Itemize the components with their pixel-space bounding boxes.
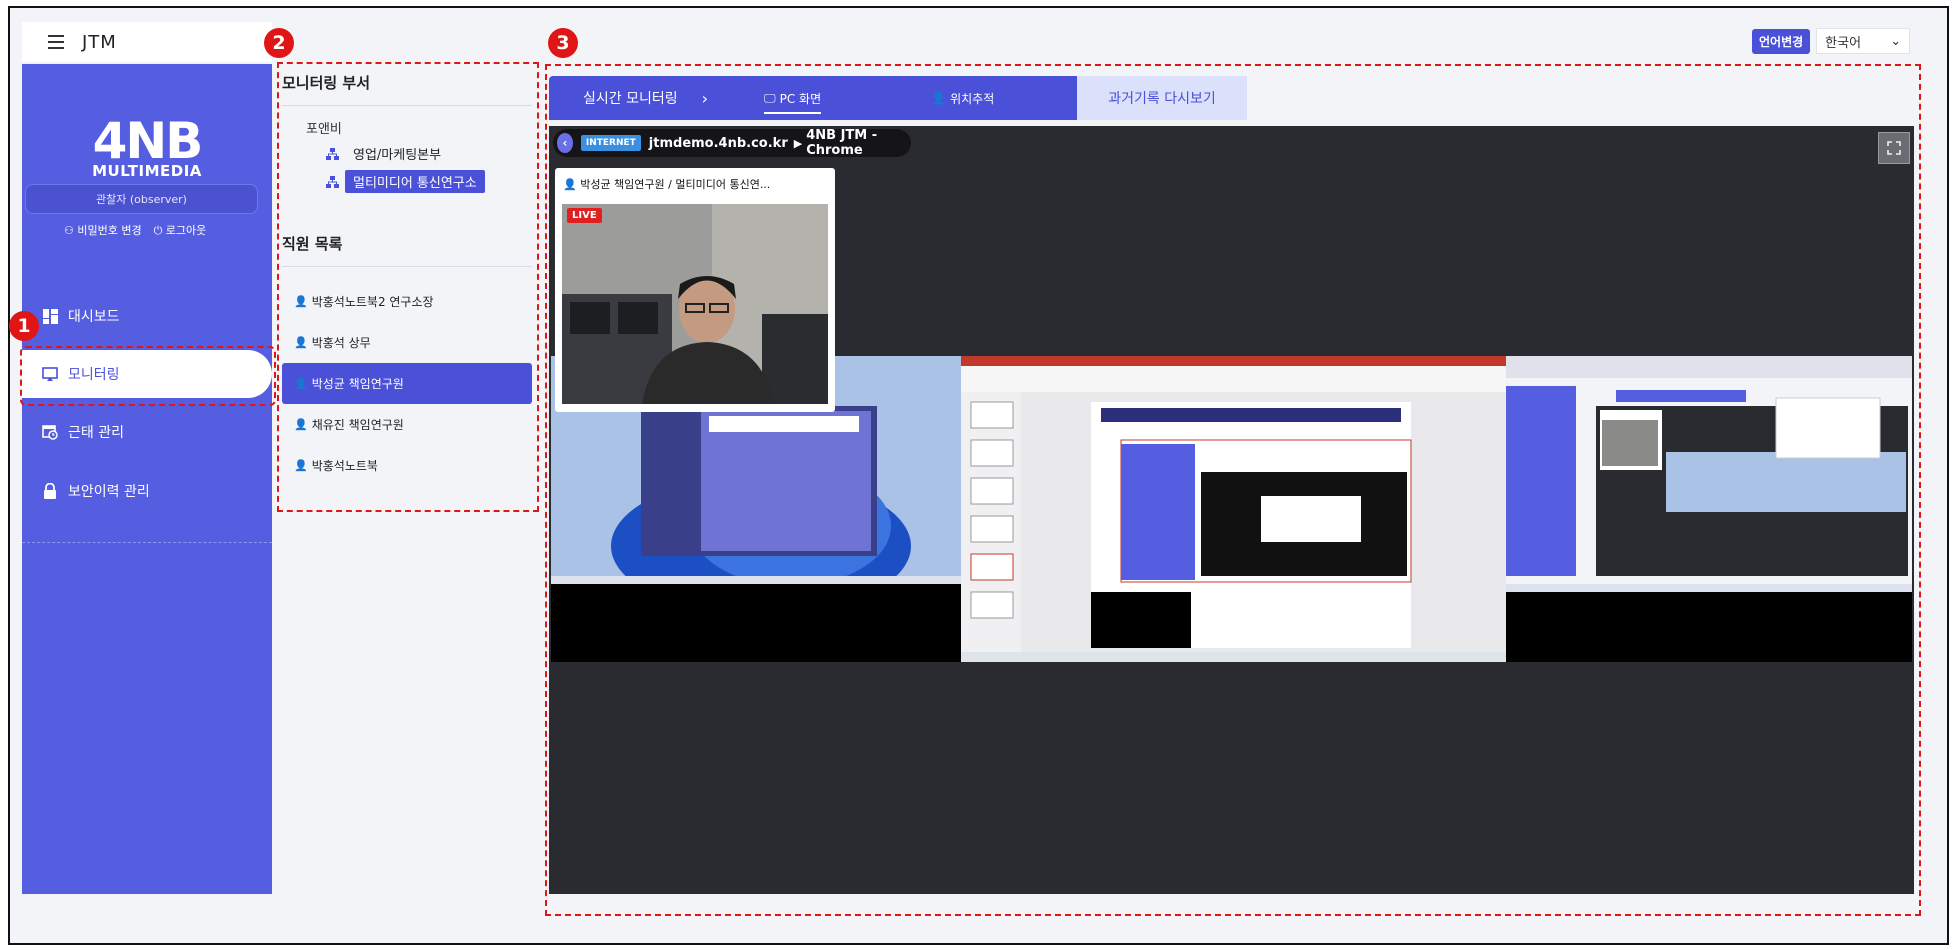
dashboard-icon [42, 308, 58, 324]
annotation-box-3 [545, 64, 1921, 916]
app-title: JTM [82, 31, 117, 53]
logo-text: 4NB [92, 112, 204, 170]
language-selected: 한국어 [1825, 35, 1862, 51]
top-bar: JTM [22, 22, 272, 62]
power-icon: ⏻ [153, 224, 163, 237]
sidebar-item-label: 보안이력 관리 [68, 484, 150, 500]
language-select[interactable]: 한국어 ⌄ [1816, 28, 1911, 54]
logo-subtext: MULTIMEDIA [92, 162, 202, 180]
logout-link[interactable]: ⏻ 로그아웃 [154, 222, 207, 238]
sidebar-divider [22, 542, 272, 543]
sidebar-item-attendance[interactable]: 근태 관리 [22, 408, 272, 456]
logout-label: 로그아웃 [165, 224, 207, 237]
sidebar-item-security-history[interactable]: 보안이력 관리 [22, 467, 272, 515]
language-switcher: 언어변경 한국어 ⌄ [1752, 28, 1911, 54]
sidebar-item-label: 근태 관리 [68, 425, 124, 441]
company-logo: 4NB MULTIMEDIA [62, 112, 232, 180]
calendar-clock-icon [42, 424, 58, 440]
annotation-number-1: 1 [9, 311, 39, 341]
sidebar-item-dashboard[interactable]: 대시보드 [22, 292, 272, 340]
sidebar-item-label: 대시보드 [68, 309, 120, 325]
hamburger-icon[interactable] [48, 35, 64, 49]
change-password-label: 비밀번호 변경 [77, 224, 142, 237]
annotation-number-2: 2 [264, 28, 294, 58]
lock-icon [42, 483, 58, 499]
user-role-badge: 관찰자 (observer) [25, 184, 258, 214]
chevron-down-icon: ⌄ [1890, 33, 1902, 49]
annotation-number-3: 3 [548, 28, 578, 58]
sidebar: 4NB MULTIMEDIA 관찰자 (observer) ⚇ 비밀번호 변경 … [22, 64, 272, 894]
user-key-icon: ⚇ [64, 224, 74, 237]
annotation-box-2 [277, 62, 539, 512]
change-password-link[interactable]: ⚇ 비밀번호 변경 [64, 222, 142, 238]
account-links: ⚇ 비밀번호 변경 ⏻ 로그아웃 [64, 222, 206, 238]
language-change-button[interactable]: 언어변경 [1752, 28, 1811, 54]
annotation-box-1 [20, 346, 276, 406]
